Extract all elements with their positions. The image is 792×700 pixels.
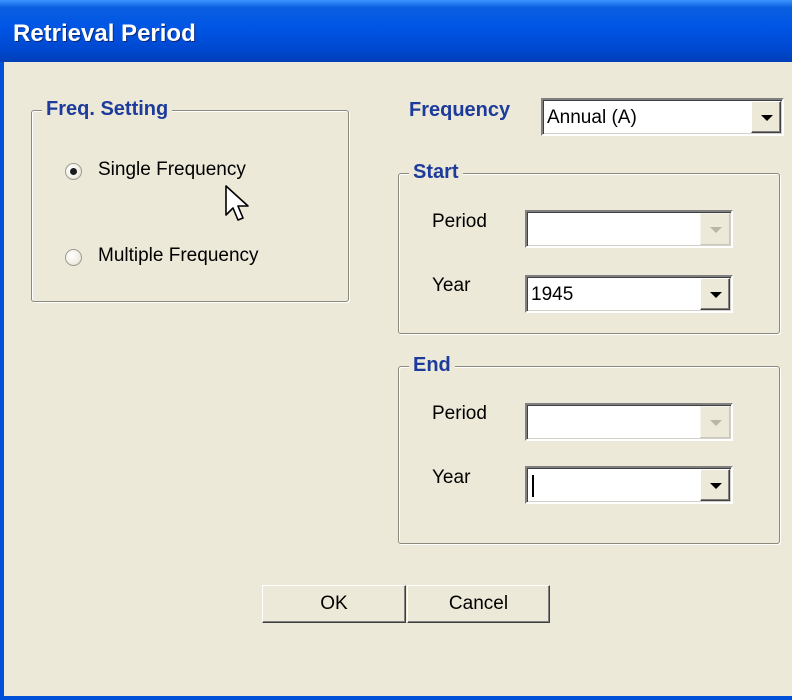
frequency-dropdown-button[interactable]: [751, 101, 781, 133]
end-period-label: Period: [432, 403, 487, 424]
freq-setting-group: Freq. Setting: [31, 96, 349, 302]
chevron-down-icon: [710, 292, 722, 298]
radio-selected-dot: [70, 168, 77, 175]
window-title: Retrieval Period: [13, 20, 196, 47]
end-year-dropdown-button[interactable]: [700, 469, 730, 501]
multiple-frequency-label[interactable]: Multiple Frequency: [98, 244, 259, 268]
chevron-down-icon: [710, 483, 722, 489]
freq-setting-legend: Freq. Setting: [42, 96, 173, 122]
start-year-label: Year: [432, 275, 471, 296]
end-legend: End: [409, 352, 455, 378]
retrieval-period-dialog: Retrieval Period Freq. Setting Single Fr…: [0, 0, 792, 700]
chevron-down-icon: [761, 115, 773, 121]
text-caret: [532, 475, 534, 497]
frequency-label: Frequency: [409, 99, 511, 121]
chevron-down-icon: [710, 420, 722, 426]
title-bar[interactable]: Retrieval Period: [0, 0, 792, 62]
cancel-button[interactable]: Cancel: [407, 585, 550, 623]
start-year-dropdown[interactable]: 1945: [525, 275, 733, 313]
window-frame-bottom: [0, 696, 792, 700]
start-year-dropdown-button[interactable]: [700, 278, 730, 310]
chevron-down-icon: [710, 227, 722, 233]
start-year-value: 1945: [531, 284, 574, 305]
end-year-label: Year: [432, 467, 471, 488]
arrow-cursor-icon: [225, 185, 249, 221]
end-year-dropdown[interactable]: [525, 466, 733, 504]
start-period-label: Period: [432, 211, 487, 232]
start-legend: Start: [409, 159, 463, 185]
end-group: End: [398, 352, 780, 544]
single-frequency-label[interactable]: Single Frequency: [98, 158, 246, 182]
multiple-frequency-radio[interactable]: [65, 249, 82, 266]
start-period-dropdown-button[interactable]: [700, 213, 730, 245]
single-frequency-radio[interactable]: [65, 163, 82, 180]
ok-button[interactable]: OK: [262, 585, 406, 623]
frequency-dropdown[interactable]: Annual (A): [541, 98, 784, 136]
start-period-dropdown[interactable]: [525, 210, 733, 248]
end-period-dropdown-button[interactable]: [700, 406, 730, 438]
frequency-value: Annual (A): [547, 107, 637, 128]
window-frame-left: [0, 62, 4, 700]
end-period-dropdown[interactable]: [525, 403, 733, 441]
